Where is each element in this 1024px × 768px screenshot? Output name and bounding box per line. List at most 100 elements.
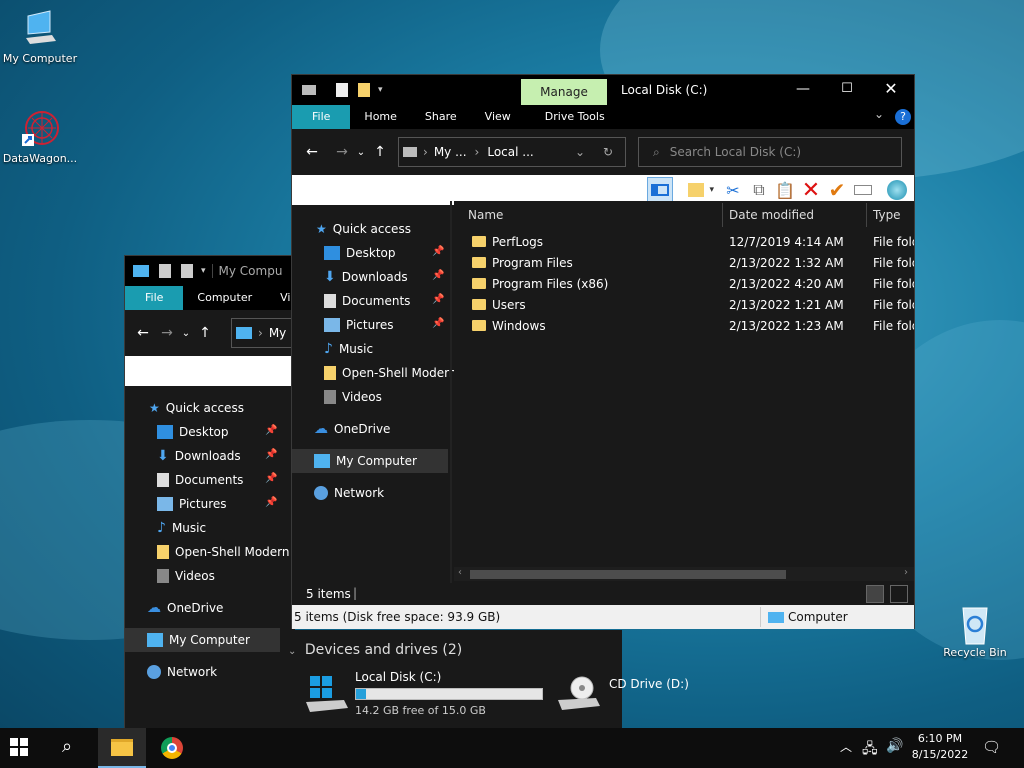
scroll-right-icon[interactable]: › (904, 567, 908, 578)
nav-my-computer[interactable]: My Computer (125, 628, 280, 652)
drive-cd[interactable]: CD Drive (D:) (556, 670, 696, 720)
copy-icon[interactable]: ⧉ (746, 177, 772, 203)
show-hidden-icons-icon[interactable]: ︿ (840, 738, 852, 755)
taskbar-chrome[interactable] (150, 728, 194, 768)
desktop-icon-datawagon[interactable]: DataWagon... (0, 108, 80, 165)
nav-desktop[interactable]: Desktop (157, 420, 229, 444)
breadcrumb-item[interactable]: Local ... (487, 145, 533, 159)
nav-onedrive[interactable]: ☁ OneDrive (147, 596, 223, 620)
devices-drives-heading[interactable]: ⌄ Devices and drives (2) (288, 642, 462, 658)
close-button[interactable]: ✕ (876, 79, 906, 98)
open-shell-icon[interactable] (884, 177, 910, 203)
nav-downloads[interactable]: ⬇ Downloads (157, 444, 241, 468)
up-button[interactable]: ↑ (368, 144, 392, 160)
file-row[interactable]: Windows 2/13/2022 1:23 AM File folde (472, 316, 914, 337)
properties-icon[interactable] (159, 264, 171, 278)
qat-dropdown-icon[interactable]: ▾ (201, 266, 206, 276)
tab-drive-tools[interactable]: Drive Tools (531, 105, 619, 129)
desktop-icon-recycle-bin[interactable]: Recycle Bin (935, 602, 1015, 659)
volume-icon[interactable]: 🔊 (886, 738, 903, 754)
search-box[interactable]: ⌕ Search Local Disk (C:) (638, 137, 902, 167)
navigation-pane-toggle-icon[interactable] (647, 177, 674, 203)
properties-check-icon[interactable]: ✔ (824, 177, 850, 203)
horizontal-scrollbar[interactable]: ‹ › (454, 567, 914, 581)
details-view-icon[interactable] (866, 585, 884, 603)
expand-ribbon-icon[interactable]: ⌄ (874, 107, 884, 121)
breadcrumb-item[interactable]: My ... (434, 145, 467, 159)
notifications-icon[interactable]: 🗨 (982, 738, 1001, 756)
refresh-icon[interactable]: ↻ (603, 145, 613, 159)
back-button[interactable]: ← (131, 325, 155, 341)
nav-network[interactable]: Network (314, 481, 384, 505)
tab-file[interactable]: File (125, 286, 184, 310)
tab-view[interactable]: View (471, 105, 525, 129)
maximize-button[interactable]: ☐ (832, 81, 862, 96)
minimize-button[interactable]: — (788, 81, 818, 97)
properties-icon[interactable] (336, 83, 348, 97)
file-row[interactable]: Users 2/13/2022 1:21 AM File folde (472, 295, 914, 316)
tab-computer[interactable]: Computer (183, 286, 266, 310)
address-dropdown-icon[interactable]: ⌄ (575, 145, 585, 159)
nav-downloads[interactable]: ⬇ Downloads (324, 265, 408, 289)
tab-share[interactable]: Share (411, 105, 471, 129)
nav-onedrive[interactable]: ☁ OneDrive (314, 417, 390, 441)
search-icon[interactable]: ⌕ (62, 736, 72, 757)
network-tray-icon[interactable]: 🖧 (862, 738, 878, 762)
status-separator: | (353, 586, 358, 600)
address-bar[interactable]: › My ... › Local ... ⌄ ↻ (398, 137, 626, 167)
new-folder-icon[interactable] (358, 83, 370, 97)
recent-locations-button[interactable]: ⌄ (179, 328, 193, 339)
manage-tab[interactable]: Manage (521, 79, 607, 105)
file-row[interactable]: Program Files 2/13/2022 1:32 AM File fol… (472, 253, 914, 274)
new-folder-dropdown-icon[interactable]: ▾ (709, 185, 714, 195)
nav-pictures[interactable]: Pictures (157, 492, 227, 516)
paste-icon[interactable]: 📋 (772, 177, 798, 203)
column-header-date[interactable]: Date modified (729, 201, 859, 229)
recent-locations-button[interactable]: ⌄ (354, 147, 368, 158)
file-row[interactable]: PerfLogs 12/7/2019 4:14 AM File folde (472, 232, 914, 253)
nav-quick-access[interactable]: ★ Quick access (149, 396, 244, 420)
nav-label: Desktop (179, 425, 229, 439)
tab-file[interactable]: File (292, 105, 351, 129)
nav-documents[interactable]: Documents (157, 468, 243, 492)
up-button[interactable]: ↑ (193, 325, 217, 341)
qat-dropdown-icon[interactable]: ▾ (378, 85, 383, 95)
nav-music[interactable]: ♪ Music (157, 516, 206, 540)
folder-icon (472, 299, 486, 310)
forward-button[interactable]: → (155, 325, 179, 341)
start-button[interactable] (10, 738, 34, 758)
tab-home[interactable]: Home (350, 105, 410, 129)
nav-music[interactable]: ♪ Music (324, 337, 373, 361)
nav-quick-access[interactable]: ★ Quick access (316, 217, 411, 241)
nav-my-computer[interactable]: My Computer (292, 449, 448, 473)
rename-icon[interactable] (850, 177, 876, 203)
large-icons-view-icon[interactable] (890, 585, 908, 603)
file-row[interactable]: Program Files (x86) 2/13/2022 4:20 AM Fi… (472, 274, 914, 295)
delete-icon[interactable]: ✕ (798, 177, 824, 203)
taskbar-file-explorer[interactable] (98, 728, 146, 768)
back-button[interactable]: ← (300, 144, 324, 160)
cut-icon[interactable]: ✂ (720, 177, 746, 203)
forward-button[interactable]: → (330, 144, 354, 160)
column-header-name[interactable]: Name (468, 201, 718, 229)
nav-open-shell[interactable]: Open-Shell Modern (157, 540, 290, 564)
help-icon[interactable]: ? (895, 109, 911, 125)
new-folder-icon[interactable] (181, 264, 193, 278)
nav-pictures[interactable]: Pictures (324, 313, 394, 337)
scrollbar-thumb[interactable] (470, 570, 786, 579)
nav-network[interactable]: Network (147, 660, 217, 684)
nav-desktop[interactable]: Desktop (324, 241, 396, 265)
title-bar[interactable]: ▾ My Compu (125, 256, 293, 286)
new-folder-icon[interactable] (683, 177, 709, 203)
drive-local-disk[interactable]: Local Disk (C:) 14.2 GB free of 15.0 GB (304, 670, 544, 720)
breadcrumb-item[interactable]: My (269, 326, 286, 340)
nav-documents[interactable]: Documents (324, 289, 410, 313)
title-bar[interactable]: ▾ Manage Local Disk (C:) — ☐ ✕ (292, 75, 914, 105)
scroll-left-icon[interactable]: ‹ (458, 567, 462, 578)
nav-videos[interactable]: Videos (157, 564, 215, 588)
column-header-type[interactable]: Type (873, 201, 914, 229)
nav-open-shell[interactable]: Open-Shell Modern (324, 361, 457, 385)
clock[interactable]: 6:10 PM 8/15/2022 (910, 731, 970, 763)
desktop-icon-my-computer[interactable]: My Computer (0, 8, 80, 65)
nav-videos[interactable]: Videos (324, 385, 382, 409)
